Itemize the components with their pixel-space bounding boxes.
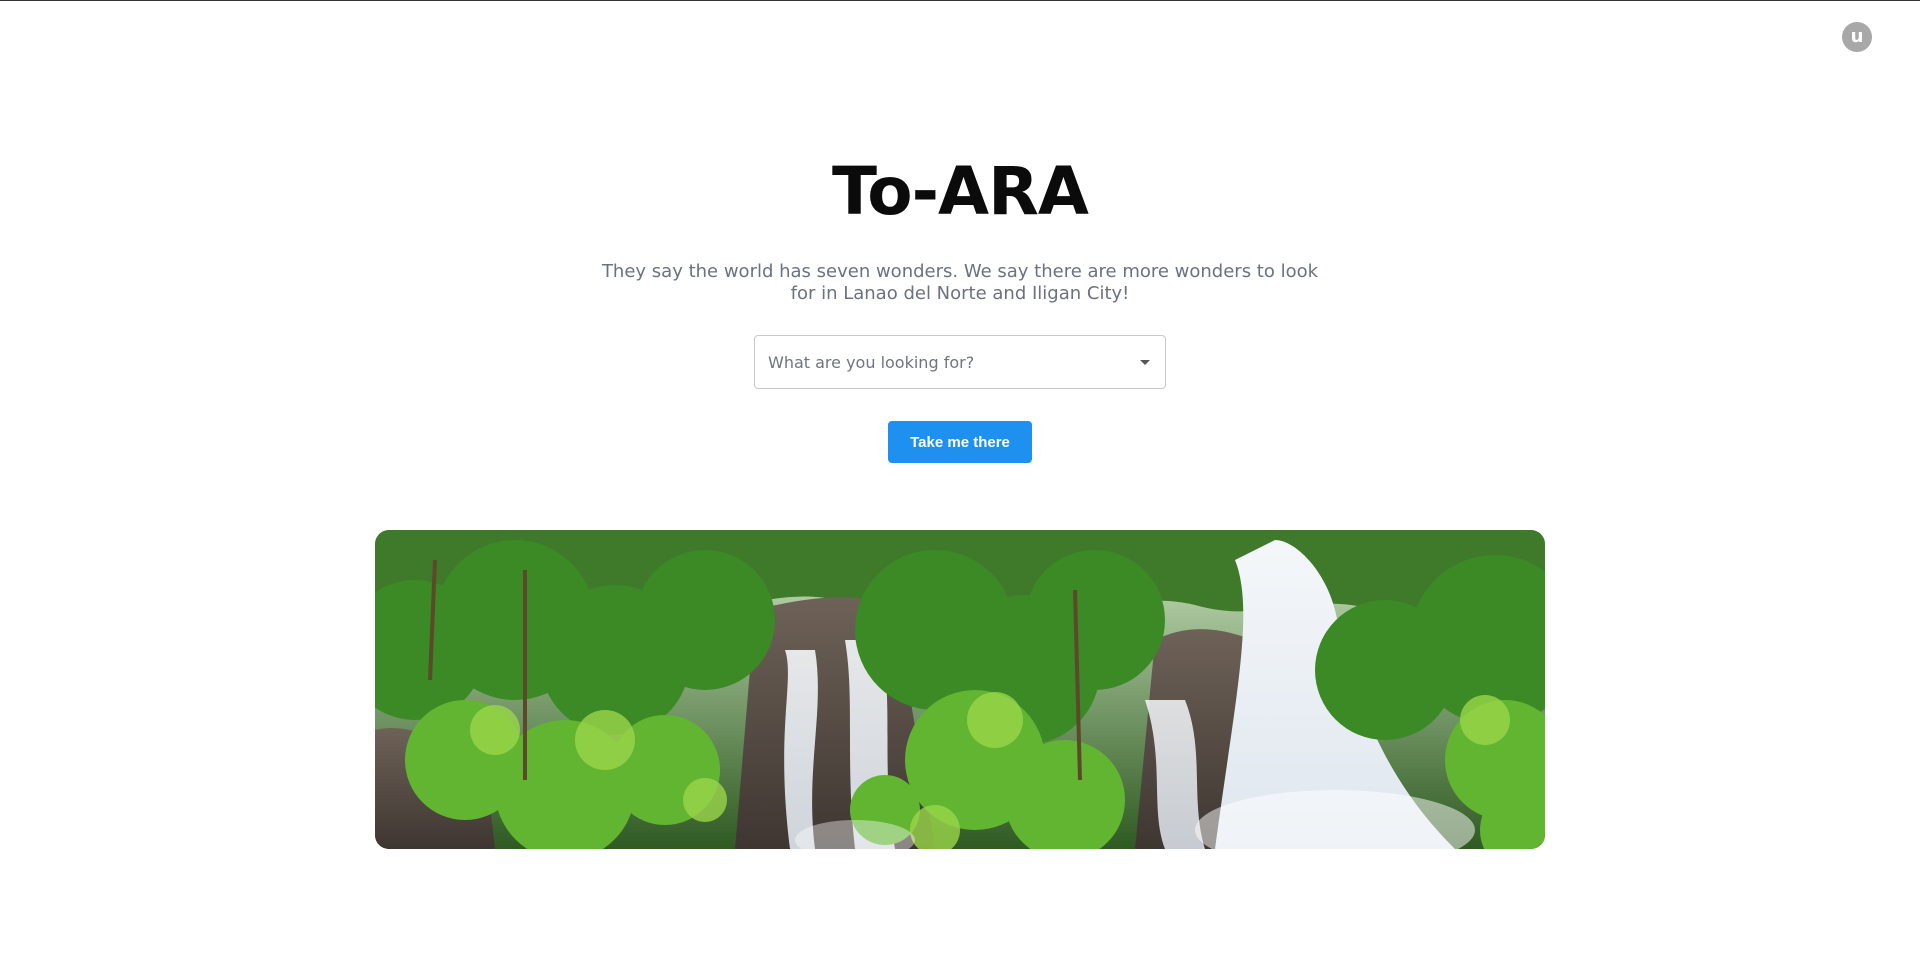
- page-title: To-ARA: [832, 153, 1089, 230]
- page-subtitle: They say the world has seven wonders. We…: [601, 261, 1319, 304]
- waterfall-banner-image: [375, 530, 1545, 849]
- destination-select[interactable]: What are you looking for?: [754, 335, 1166, 389]
- hero-section: To-ARA They say the world has seven wond…: [0, 0, 1920, 463]
- select-placeholder: What are you looking for?: [768, 352, 975, 372]
- chevron-down-icon: [1140, 359, 1150, 365]
- take-me-there-button[interactable]: Take me there: [888, 421, 1032, 463]
